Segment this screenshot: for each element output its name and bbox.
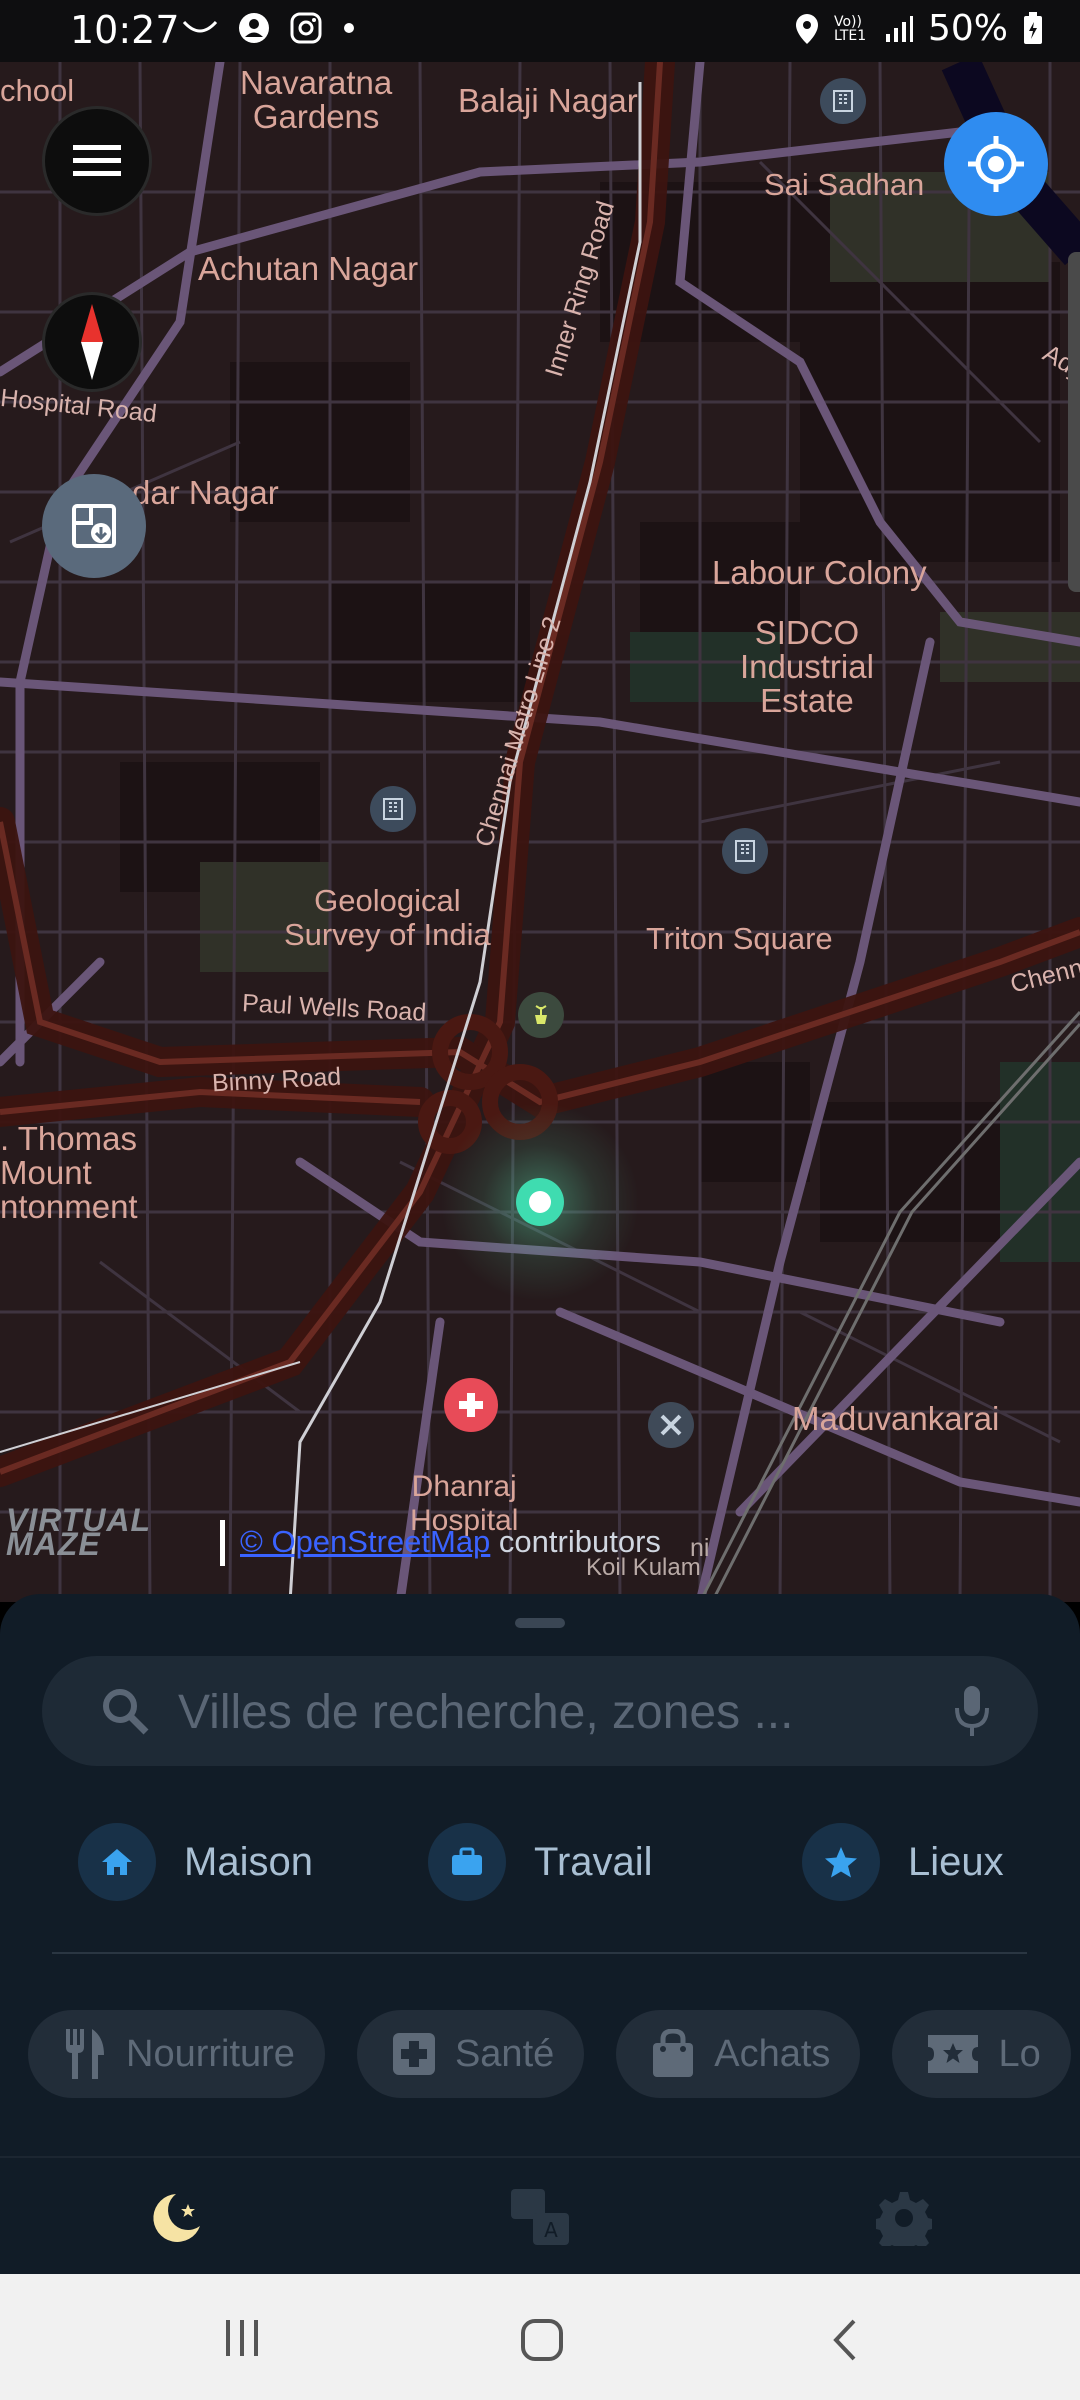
- place-label: Triton Square: [646, 921, 833, 956]
- shopping-bag-icon: [653, 2029, 694, 2077]
- category-chip-shopping[interactable]: Achats: [616, 2010, 861, 2098]
- chip-label: Santé: [454, 2032, 555, 2075]
- chip-label: Lo: [998, 2032, 1041, 2075]
- map-attribution: VIRTUAL MAZE © OpenStreetMap contributor…: [0, 1502, 760, 1572]
- category-chip-food[interactable]: Nourriture: [28, 2010, 325, 2098]
- virtual-maze-logo: VIRTUAL MAZE: [6, 1502, 152, 1562]
- star-icon: [802, 1823, 880, 1901]
- moon-star-icon: [153, 2194, 200, 2242]
- search-icon: [103, 1689, 149, 1735]
- system-navigation-bar: [0, 2274, 1080, 2400]
- fork-knife-icon: [66, 2029, 104, 2079]
- gear-icon: [876, 2192, 932, 2246]
- home-nav-icon[interactable]: [520, 2318, 564, 2362]
- place-label: Maduvankarai: [792, 1400, 1000, 1437]
- tab-settings[interactable]: [864, 2178, 944, 2258]
- place-label: Geological Survey of India: [284, 883, 491, 952]
- wave-icon: [182, 20, 218, 33]
- current-location-dot: [516, 1178, 564, 1226]
- place-label: dar Nagar: [132, 474, 279, 511]
- hospital-poi-icon[interactable]: [444, 1378, 498, 1432]
- health-cross-icon: [392, 2033, 435, 2075]
- briefcase-icon: [428, 1823, 506, 1901]
- recent-apps-icon[interactable]: [222, 2318, 262, 2358]
- compass-icon: [81, 304, 103, 380]
- place-label: SIDCO Industrial Estate: [740, 614, 874, 719]
- building-poi-icon[interactable]: [722, 828, 768, 874]
- tab-translate[interactable]: A: [500, 2178, 580, 2258]
- building-poi-icon[interactable]: [820, 78, 866, 124]
- plant-poi-icon[interactable]: [518, 992, 564, 1038]
- location-pin-icon: [795, 13, 818, 44]
- place-label: Sai Sadhan: [764, 167, 925, 202]
- signal-icon: [885, 15, 913, 42]
- tab-night-mode[interactable]: [136, 2178, 216, 2258]
- ticket-icon: [928, 2035, 979, 2073]
- attribution-suffix: contributors: [490, 1524, 661, 1559]
- quick-action-label: Travail: [534, 1839, 653, 1884]
- crosshair-icon: [968, 136, 1024, 192]
- quick-action-places[interactable]: Lieux: [802, 1822, 1004, 1902]
- menu-button[interactable]: [42, 106, 152, 216]
- chip-label: Achats: [714, 2032, 831, 2075]
- quick-action-home[interactable]: Maison: [78, 1822, 313, 1902]
- bottom-sheet: Maison Travail Lieux Nourriture Santé Ac…: [0, 1594, 1080, 2274]
- map-download-icon: [72, 504, 116, 548]
- network-label: Vo)) LTE1: [833, 13, 867, 44]
- dot-icon: [344, 23, 354, 33]
- attribution-divider: [220, 1520, 225, 1566]
- microphone-icon[interactable]: [954, 1684, 990, 1738]
- category-chip-leisure[interactable]: Lo: [892, 2010, 1071, 2098]
- sheet-drag-handle[interactable]: [515, 1618, 565, 1628]
- status-notification-icons: [182, 12, 356, 44]
- map-base: [0, 62, 1080, 1602]
- hamburger-icon: [73, 145, 121, 176]
- tools-poi-icon[interactable]: [648, 1402, 694, 1448]
- home-icon: [78, 1823, 156, 1901]
- search-input[interactable]: [176, 1674, 920, 1750]
- place-label: Balaji Nagar: [458, 82, 638, 119]
- compass-button[interactable]: [42, 292, 142, 392]
- account-icon: [239, 13, 269, 43]
- instagram-icon: [290, 12, 322, 44]
- battery-icon: [1024, 11, 1042, 44]
- translate-icon: A: [511, 2189, 569, 2245]
- place-label: chool: [0, 73, 75, 108]
- section-divider: [52, 1952, 1027, 1954]
- svg-text:A: A: [544, 2218, 558, 2242]
- place-label: Labour Colony: [712, 554, 927, 591]
- back-nav-icon[interactable]: [830, 2318, 860, 2362]
- quick-action-work[interactable]: Travail: [428, 1822, 653, 1902]
- offline-maps-button[interactable]: [42, 474, 146, 578]
- category-chips: Nourriture Santé Achats Lo: [28, 2010, 1071, 2100]
- map-view[interactable]: Navaratna Gardens Balaji Nagar Sai Sadha…: [0, 62, 1080, 1602]
- status-bar: 10:27 Vo)) LTE1 50%: [0, 0, 1080, 62]
- battery-percent: 50%: [927, 8, 1008, 49]
- place-label: Navaratna Gardens: [240, 64, 393, 135]
- quick-action-label: Maison: [184, 1839, 313, 1884]
- openstreetmap-link[interactable]: © OpenStreetMap: [240, 1524, 490, 1559]
- attribution-text: © OpenStreetMap contributors: [240, 1524, 661, 1560]
- side-panel-edge[interactable]: [1068, 252, 1080, 592]
- bottom-nav-divider: [0, 2156, 1080, 2158]
- place-label: . Thomas Mount ntonment: [0, 1120, 138, 1225]
- my-location-button[interactable]: [944, 112, 1048, 216]
- search-bar[interactable]: [42, 1656, 1038, 1766]
- status-right: Vo)) LTE1 50%: [794, 8, 1044, 49]
- status-time: 10:27: [70, 8, 180, 52]
- place-label: Achutan Nagar: [198, 250, 419, 287]
- quick-action-label: Lieux: [908, 1839, 1004, 1884]
- building-poi-icon[interactable]: [370, 786, 416, 832]
- category-chip-health[interactable]: Santé: [356, 2010, 585, 2098]
- chip-label: Nourriture: [126, 2032, 295, 2075]
